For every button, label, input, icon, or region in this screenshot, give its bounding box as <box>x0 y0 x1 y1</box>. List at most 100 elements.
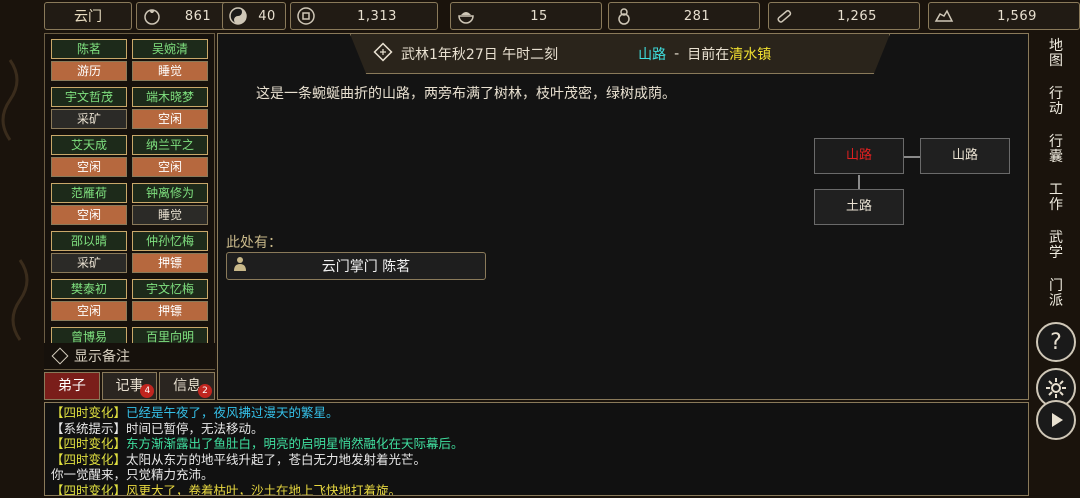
disciple-card[interactable]: 吴婉清 睡觉 <box>132 39 208 83</box>
disciple-card[interactable]: 宇文忆梅 押镖 <box>132 279 208 323</box>
question-mark-icon: ? <box>1036 322 1076 362</box>
disciple-status: 采矿 <box>51 109 127 129</box>
log-text: 你一觉醒来，只觉精力充沛。 <box>51 467 214 482</box>
log-tag: 【四时变化】 <box>51 436 127 451</box>
resource-yinyang[interactable]: 40 <box>222 2 286 30</box>
disciple-name: 宇文忆梅 <box>132 279 208 299</box>
disciple-list[interactable]: 陈茗 游历 吴婉清 睡觉 宇文哲茂 采矿 端木晓梦 空闲 艾天成 空闲 纳兰平之 空闲 范雁荷 空闲 钟离修… <box>44 33 215 370</box>
disciple-card[interactable]: 钟离修为 睡觉 <box>132 183 208 227</box>
disciple-status: 游历 <box>51 61 127 81</box>
disciple-card[interactable]: 艾天成 空闲 <box>51 135 127 179</box>
disciple-status: 空闲 <box>132 157 208 177</box>
resource-ore[interactable]: 1,569 <box>928 2 1080 30</box>
tab-messages[interactable]: 信息 2 <box>159 372 216 400</box>
sidebar-label: 武学 <box>1049 230 1063 261</box>
npc-entry[interactable]: 云门掌门 陈茗 <box>226 252 486 280</box>
log-text: 已经是午夜了，夜风拂过漫天的繁星。 <box>126 405 339 420</box>
disciple-card[interactable]: 纳兰平之 空闲 <box>132 135 208 179</box>
disciple-status: 采矿 <box>51 253 127 273</box>
disciple-name: 范雁荷 <box>51 183 127 203</box>
map-node-label: 山路 <box>951 148 978 163</box>
disciple-card[interactable]: 范雁荷 空闲 <box>51 183 127 227</box>
show-memo-toggle[interactable]: 显示备注 <box>44 343 215 369</box>
log-line: 【四时变化】太阳从东方的地平线升起了，苍白无力地发射着光芒。 <box>51 452 1022 468</box>
disciple-status: 押镖 <box>132 253 208 273</box>
resource-value: 15 <box>530 8 548 24</box>
log-line: 【四时变化】已经是午夜了，夜风拂过漫天的繁星。 <box>51 405 1022 421</box>
separator: - <box>674 45 680 62</box>
wood-log-icon <box>773 5 795 27</box>
disciple-card[interactable]: 宇文哲茂 采矿 <box>51 87 127 131</box>
disciple-status: 空闲 <box>51 301 127 321</box>
sidebar-bag-button[interactable]: 行囊 <box>1034 128 1078 172</box>
disciple-name: 仲孙忆梅 <box>132 231 208 251</box>
sidebar-action-button[interactable]: 行动 <box>1034 80 1078 124</box>
treasure-bag-icon <box>141 5 163 27</box>
resource-value: 281 <box>683 8 711 24</box>
sidebar-label: 门派 <box>1049 278 1063 309</box>
disciple-card[interactable]: 樊泰初 空闲 <box>51 279 127 323</box>
sidebar-label: 行动 <box>1049 86 1063 117</box>
sidebar-label: 工作 <box>1049 182 1063 213</box>
sidebar-map-button[interactable]: 地图 <box>1034 32 1078 76</box>
map-node-current[interactable]: 山路 <box>814 138 904 174</box>
sidebar-sect-button[interactable]: 门派 <box>1034 272 1078 316</box>
log-line: 【四时变化】风更大了，卷着枯叶，沙土在地上飞快地打着旋。 <box>51 482 1022 496</box>
log-tag: 【四时变化】 <box>51 482 127 496</box>
resource-value: 1,569 <box>997 8 1037 24</box>
disciple-name: 陈茗 <box>51 39 127 59</box>
sidebar-work-button[interactable]: 工作 <box>1034 176 1078 220</box>
resource-value: 1,265 <box>837 8 877 24</box>
coin-icon <box>295 5 317 27</box>
tab-label: 信息 <box>173 378 202 394</box>
npc-name: 云门掌门 陈茗 <box>321 259 411 275</box>
resource-bar: 云门 861 40 1,313 15 281 1,265 1,569 <box>44 2 1080 30</box>
log-tag: 【系统提示】 <box>51 420 127 436</box>
person-icon <box>233 256 247 276</box>
right-sidebar: ? 地图行动行囊工作武学门派 <box>1031 30 1080 498</box>
resource-food[interactable]: 15 <box>450 2 602 30</box>
checkbox-diamond-icon[interactable] <box>51 347 69 365</box>
disciple-status: 睡觉 <box>132 61 208 81</box>
map-node-label: 土路 <box>845 199 872 214</box>
help-button[interactable]: ? <box>1034 320 1078 364</box>
sidebar-martial-button[interactable]: 武学 <box>1034 224 1078 268</box>
log-text: 风更大了，卷着枯叶，沙土在地上飞快地打着旋。 <box>126 482 402 496</box>
disciple-card[interactable]: 陈茗 游历 <box>51 39 127 83</box>
yin-yang-icon <box>227 5 249 27</box>
disciple-name: 樊泰初 <box>51 279 127 299</box>
ore-rock-icon <box>933 5 955 27</box>
disciple-status: 空闲 <box>132 109 208 129</box>
main-scene-panel: 武林1年秋27日 午时二刻 山路 - 目前在 清水镇 这是一条蜿蜒曲折的山路，两… <box>217 33 1029 400</box>
sidebar-label: 行囊 <box>1049 134 1063 165</box>
disciple-card[interactable]: 仲孙忆梅 押镖 <box>132 231 208 275</box>
message-log[interactable]: 【四时变化】已经是午夜了，夜风拂过漫天的繁星。 【系统提示】时间已暂停，无法移动。… <box>44 402 1029 496</box>
sect-name-box[interactable]: 云门 <box>44 2 132 30</box>
resource-coin[interactable]: 1,313 <box>290 2 438 30</box>
tab-disciples[interactable]: 弟子 <box>44 372 100 400</box>
disciple-card[interactable]: 端木晓梦 空闲 <box>132 87 208 131</box>
map-connector <box>904 156 920 158</box>
tab-journal[interactable]: 记事 4 <box>101 372 158 400</box>
tab-label: 记事 <box>115 378 144 394</box>
log-line: 你一觉醒来，只觉精力充沛。 <box>51 467 1022 483</box>
resource-medicine[interactable]: 281 <box>608 2 760 30</box>
disciple-name: 端木晓梦 <box>132 87 208 107</box>
log-tag: 【四时变化】 <box>51 405 127 420</box>
play-icon <box>1036 400 1076 440</box>
map-node-label: 山路 <box>845 148 872 163</box>
map-node-south[interactable]: 土路 <box>814 189 904 225</box>
disciple-card[interactable]: 邵以晴 采矿 <box>51 231 127 275</box>
now-prefix: 目前在 <box>687 46 730 63</box>
map-node-east[interactable]: 山路 <box>920 138 1010 174</box>
disciple-name: 纳兰平之 <box>132 135 208 155</box>
disciple-name: 钟离修为 <box>132 183 208 203</box>
disciple-status: 睡觉 <box>132 205 208 225</box>
gourd-icon <box>613 5 635 27</box>
resource-treasure[interactable]: 861 <box>136 2 234 30</box>
tab-badge: 4 <box>140 384 155 398</box>
resource-wood[interactable]: 1,265 <box>768 2 920 30</box>
current-location: 山路 <box>638 46 667 63</box>
play-button[interactable] <box>1034 398 1078 442</box>
log-tag: 【四时变化】 <box>51 451 127 467</box>
